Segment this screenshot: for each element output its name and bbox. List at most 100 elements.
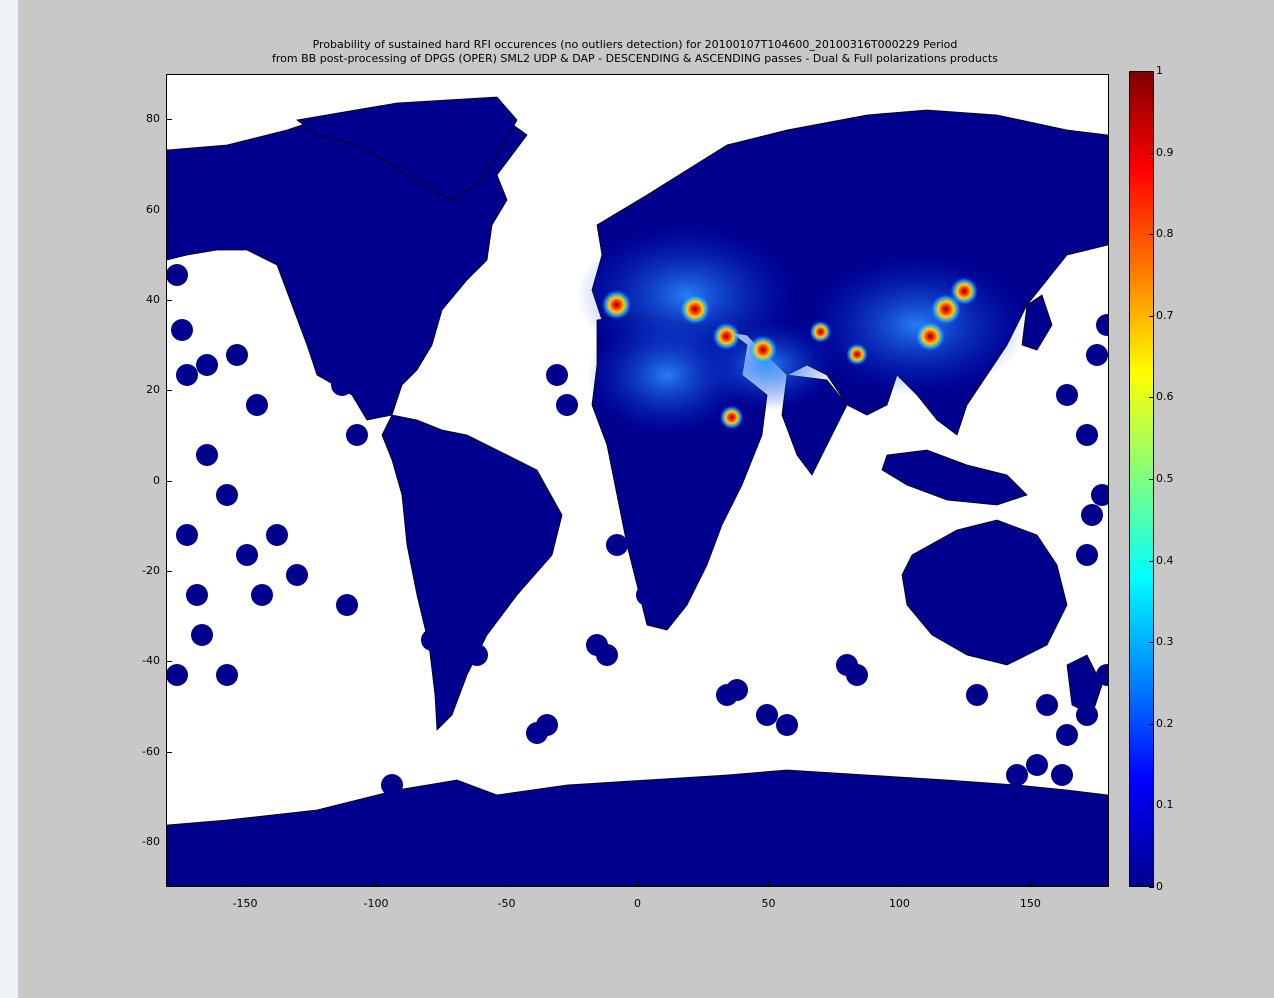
y-tick-mark <box>166 570 172 572</box>
colorbar-tick-label: 1 <box>1156 64 1163 77</box>
island-buffer-blob <box>596 644 618 666</box>
island-buffer-blob <box>251 584 273 606</box>
island-buffer-blob <box>536 714 558 736</box>
map-axes[interactable] <box>166 74 1109 887</box>
colorbar-tick-label: 0.9 <box>1156 145 1174 159</box>
island-buffer-blob <box>966 684 988 706</box>
colorbar-tick-mark <box>1149 805 1154 807</box>
x-tick-mark <box>244 881 246 887</box>
island-buffer-blob <box>1076 424 1098 446</box>
colorbar-tick-label: 0.1 <box>1156 798 1174 812</box>
island-buffer-blob <box>171 319 193 341</box>
plot-title-line-1: Probability of sustained hard RFI occure… <box>312 38 958 51</box>
island-buffer-blob <box>421 629 443 651</box>
island-buffer-blob <box>167 664 188 686</box>
y-tick-label: 80 <box>146 112 160 126</box>
island-buffer-blob <box>606 534 628 556</box>
colorbar-tick-mark <box>1149 887 1154 888</box>
island-buffer-blob <box>1006 764 1028 786</box>
island-buffer-blob <box>756 704 778 726</box>
island-buffer-blob <box>556 394 578 416</box>
island-buffer-blob <box>196 354 218 376</box>
y-tick-label: -20 <box>142 563 160 577</box>
island-buffer-blob <box>1091 484 1108 506</box>
land-indonesia <box>881 449 1028 506</box>
island-buffer-blob <box>411 494 433 516</box>
island-buffer-blob <box>546 364 568 386</box>
y-tick-mark <box>166 390 172 392</box>
island-buffer-blob <box>1026 754 1048 776</box>
island-buffer-blob <box>1051 764 1073 786</box>
glow-china <box>807 255 1027 395</box>
rfi-hotspot <box>679 293 711 325</box>
y-tick-mark <box>166 841 172 843</box>
island-buffer-blob <box>846 664 868 686</box>
colorbar-tick-label: 0.3 <box>1156 635 1174 649</box>
island-buffer-blob <box>176 524 198 546</box>
island-buffer-blob <box>336 594 358 616</box>
island-buffer-blob <box>1081 504 1103 526</box>
y-tick-label: 60 <box>146 202 160 216</box>
colorbar-tick-mark <box>1149 642 1154 644</box>
island-buffer-blob <box>191 624 213 646</box>
island-buffer-blob <box>496 564 518 586</box>
y-tick-label: 40 <box>146 292 160 306</box>
rfi-hotspot <box>601 289 632 320</box>
y-tick-mark <box>166 299 172 301</box>
island-buffer-blob <box>1086 344 1108 366</box>
x-tick-mark <box>899 881 901 887</box>
colorbar-tick-label: 0.8 <box>1156 227 1174 241</box>
rfi-hotspot <box>712 322 741 351</box>
colorbar-tick-label: 0.5 <box>1156 472 1174 485</box>
window-left-strip <box>0 0 18 998</box>
rfi-hotspot <box>809 320 832 343</box>
island-buffer-blob <box>381 774 403 796</box>
island-buffer-blob <box>236 544 258 566</box>
island-buffer-blob <box>286 564 308 586</box>
island-buffer-blob <box>1036 694 1058 716</box>
x-tick-mark <box>506 881 508 887</box>
colorbar-tick-mark <box>1149 397 1154 399</box>
colorbar-tick-label: 0 <box>1156 880 1163 893</box>
island-buffer-blob <box>466 644 488 666</box>
y-tick-mark <box>166 480 172 482</box>
x-tick-mark <box>375 881 377 887</box>
rfi-hotspot <box>915 321 946 352</box>
y-tick-label: 0 <box>153 473 160 487</box>
rfi-hotspot <box>950 277 979 306</box>
x-tick-mark <box>768 881 770 887</box>
island-buffer-blob <box>1096 314 1108 336</box>
x-tick-label: 50 <box>761 897 776 910</box>
island-buffer-blob <box>396 804 418 826</box>
x-tick-label: 150 <box>1019 897 1041 910</box>
world-map <box>167 96 1108 886</box>
y-tick-label: 20 <box>146 383 160 397</box>
y-tick-label: -60 <box>142 744 160 758</box>
island-buffer-blob <box>331 374 353 396</box>
island-buffer-blob <box>446 624 468 646</box>
colorbar-tick-mark <box>1149 71 1154 72</box>
land-antarctica <box>167 769 1108 886</box>
rfi-hotspot <box>719 405 744 430</box>
colorbar-tick-label: 0.2 <box>1156 716 1174 730</box>
x-tick-mark <box>637 881 639 887</box>
x-tick-label: 100 <box>888 897 910 910</box>
colorbar-tick-mark <box>1149 234 1154 236</box>
land-masses <box>167 96 1108 886</box>
island-buffer-blob <box>186 584 208 606</box>
y-tick-label: -80 <box>142 834 160 848</box>
y-tick-mark <box>166 751 172 753</box>
rfi-hotspot <box>846 343 869 366</box>
colorbar-tick-mark <box>1149 479 1154 480</box>
y-tick-mark <box>166 209 172 211</box>
colorbar-tick-mark <box>1149 315 1154 317</box>
rfi-hotspot <box>748 335 778 365</box>
land-south-america <box>381 414 563 731</box>
island-buffer-blob <box>516 504 538 526</box>
x-tick-mark <box>1030 881 1032 887</box>
colorbar-tick-mark <box>1149 723 1154 725</box>
island-buffer-blob <box>1036 574 1058 596</box>
island-buffer-blob <box>196 444 218 466</box>
colorbar-tick-label: 0.4 <box>1156 553 1174 567</box>
colorbar-tick-mark <box>1149 560 1154 562</box>
